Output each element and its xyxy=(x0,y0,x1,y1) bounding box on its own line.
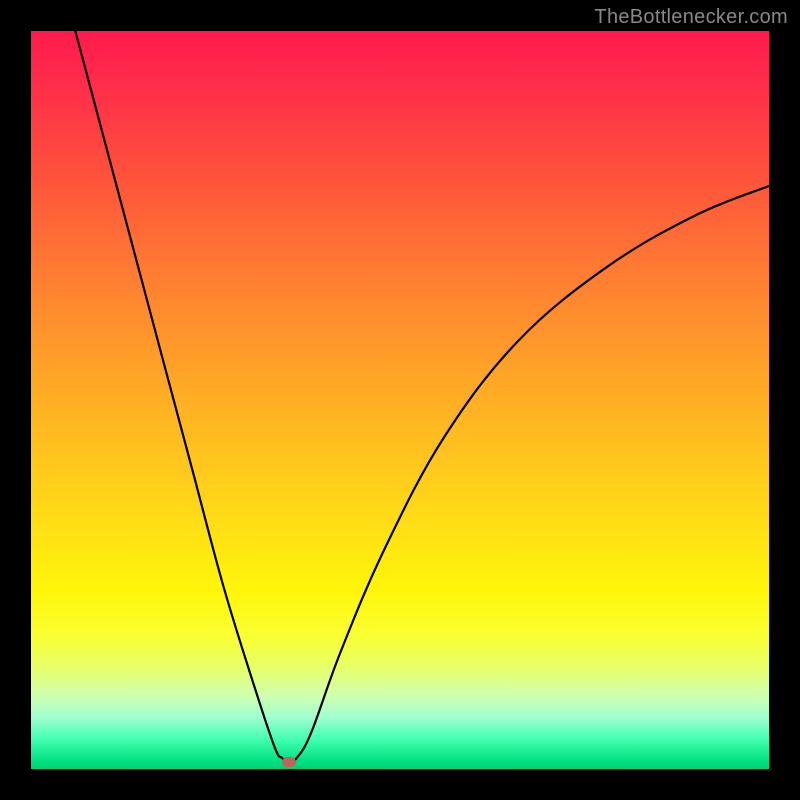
watermark-text: TheBottlenecker.com xyxy=(594,6,788,29)
bottleneck-curve xyxy=(75,31,769,762)
plot-area xyxy=(31,31,769,769)
optimal-point-marker xyxy=(282,757,296,767)
chart-curve-layer xyxy=(31,31,769,769)
